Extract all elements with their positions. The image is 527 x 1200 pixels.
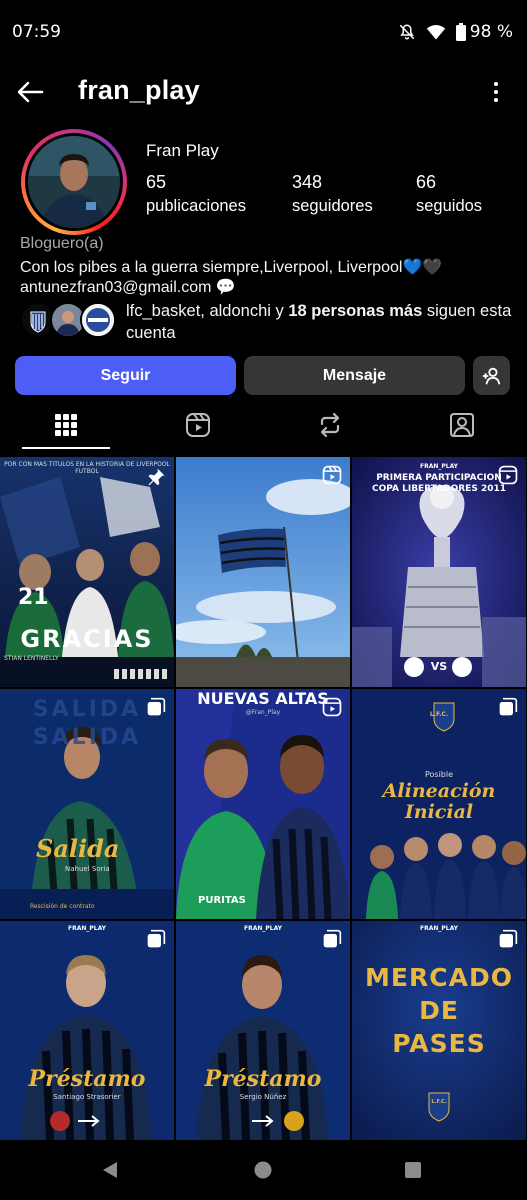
- followed-by-text: lfc_basket, aldonchi y 18 personas más s…: [126, 302, 512, 342]
- post-thumbnail[interactable]: L.F.C. Posible Alineación Inicial: [352, 689, 526, 919]
- post-thumbnail[interactable]: POR CON MAS TITULOS EN LA HISTORIA DE LI…: [0, 457, 174, 687]
- more-vertical-icon: [494, 82, 498, 86]
- carousel-icon: [498, 929, 518, 954]
- follower-avatar: [80, 302, 116, 338]
- system-navigation-bar: [0, 1140, 527, 1200]
- post-vs: VS: [430, 660, 448, 673]
- post-bg-word: SALIDA: [32, 725, 142, 750]
- email-text: antunezfran03@gmail.com: [20, 279, 212, 296]
- post-number: 21: [18, 585, 49, 610]
- carousel-icon: [322, 929, 342, 954]
- post-subtitle: STIAN LENTINELLY: [4, 655, 59, 662]
- stat-followers[interactable]: 348 seguidores: [292, 172, 373, 216]
- mute-icon: [398, 23, 416, 41]
- circle-home-icon: [254, 1161, 272, 1179]
- stat-posts[interactable]: 65 publicaciones: [146, 172, 246, 216]
- post-player-name: Sergio Núñez: [239, 1093, 287, 1101]
- profile-avatar-story-ring[interactable]: [21, 129, 127, 235]
- battery-icon: [455, 23, 466, 41]
- post-crest-label: L.F.C.: [431, 1099, 447, 1105]
- profile-tabs: [0, 400, 527, 450]
- reel-icon: [322, 465, 342, 490]
- post-subtitle: Rescisión de contrato: [30, 903, 95, 910]
- pin-icon: [146, 467, 166, 492]
- post-thumbnail[interactable]: [176, 457, 350, 687]
- bio-category: Bloguero(a): [20, 235, 104, 252]
- speech-bubble-emoji: 💬: [215, 279, 236, 296]
- follow-button[interactable]: Seguir: [15, 356, 236, 395]
- profile-header: fran_play: [0, 64, 527, 120]
- post-title: MERCADO DE PASES: [365, 963, 513, 1058]
- post-thumbnail[interactable]: FRAN_PLAY Préstamo Sergio Núñez: [176, 921, 350, 1140]
- nav-home-button[interactable]: [254, 1161, 272, 1184]
- more-options-button[interactable]: [491, 78, 501, 106]
- black-heart-emoji: 🖤: [422, 259, 443, 276]
- post-player-name: Nahuel Soria: [65, 865, 110, 873]
- reel-icon: [322, 697, 342, 722]
- post-thumbnail[interactable]: FRAN_PLAY PRIMERA PARTICIPACION COPA LIB…: [352, 457, 526, 687]
- stat-following-value: 66: [416, 172, 437, 192]
- back-arrow-icon: [17, 81, 44, 103]
- post-thumbnail[interactable]: FRAN_PLAY Préstamo Santiago Strasorier: [0, 921, 174, 1140]
- bio-line: Con los pibes a la guerra siempre,Liverp…: [20, 259, 403, 276]
- followed-by-row[interactable]: lfc_basket, aldonchi y 18 personas más s…: [20, 300, 511, 344]
- profile-username: fran_play: [78, 75, 200, 105]
- tab-posts-grid[interactable]: [0, 400, 132, 450]
- carousel-icon: [498, 697, 518, 722]
- triangle-back-icon: [103, 1162, 117, 1178]
- post-thumbnail[interactable]: NUEVAS ALTAS @Fran_Play PURITAS: [176, 689, 350, 919]
- display-name: Fran Play: [146, 141, 219, 160]
- bio-text: Con los pibes a la guerra siempre,Liverp…: [20, 257, 442, 277]
- tab-reposts[interactable]: [264, 400, 396, 450]
- square-recents-icon: [405, 1162, 421, 1178]
- stat-posts-value: 65: [146, 172, 167, 192]
- post-title: Alineación Inicial: [382, 780, 496, 823]
- posts-grid: POR CON MAS TITULOS EN LA HISTORIA DE LI…: [0, 457, 527, 1140]
- reposts-icon: [320, 412, 340, 438]
- blue-heart-emoji: 💙: [402, 259, 423, 276]
- nav-recents-button[interactable]: [405, 1162, 421, 1183]
- nav-back-button[interactable]: [100, 1160, 120, 1185]
- post-title: GRACIAS: [20, 625, 154, 653]
- post-player-name: Santiago Strasorier: [53, 1093, 121, 1101]
- message-button[interactable]: Mensaje: [244, 356, 465, 395]
- post-thumbnail[interactable]: FRAN_PLAY MERCADO DE PASES L.F.C.: [352, 921, 526, 1140]
- stat-following[interactable]: 66 seguidos: [416, 172, 482, 216]
- carousel-icon: [146, 929, 166, 954]
- avatar: [28, 136, 120, 228]
- status-time: 07:59: [12, 22, 61, 42]
- wifi-icon: [426, 23, 446, 41]
- reel-icon: [498, 465, 518, 490]
- post-thumbnail[interactable]: SALIDA SALIDA Salida Nahuel Soria Rescis…: [0, 689, 174, 919]
- bio-email[interactable]: antunezfran03@gmail.com 💬: [20, 277, 236, 297]
- status-icons: 98 %: [398, 22, 513, 42]
- carousel-icon: [146, 697, 166, 722]
- post-title: Préstamo: [204, 1066, 322, 1092]
- add-person-icon: [482, 367, 500, 384]
- stat-followers-value: 348: [292, 172, 323, 192]
- reels-icon: [186, 413, 210, 437]
- grid-icon: [55, 414, 77, 436]
- stat-following-label: seguidos: [416, 197, 483, 215]
- post-sponsor: PURITAS: [198, 895, 246, 906]
- suggested-users-button[interactable]: [473, 356, 510, 395]
- follower-avatars: [20, 302, 120, 340]
- tab-tagged[interactable]: [396, 400, 527, 450]
- status-bar: 07:59 98 %: [0, 0, 527, 64]
- stat-posts-label: publicaciones: [146, 197, 246, 215]
- stat-followers-label: seguidores: [292, 197, 373, 215]
- back-button[interactable]: [14, 76, 46, 108]
- active-tab-indicator: [22, 447, 110, 449]
- post-small-text: Posible: [424, 770, 454, 779]
- tab-reels[interactable]: [132, 400, 264, 450]
- post-title: Salida: [36, 834, 120, 863]
- battery-percent: 98 %: [469, 22, 513, 42]
- post-title: Préstamo: [28, 1066, 146, 1092]
- tagged-icon: [450, 413, 474, 437]
